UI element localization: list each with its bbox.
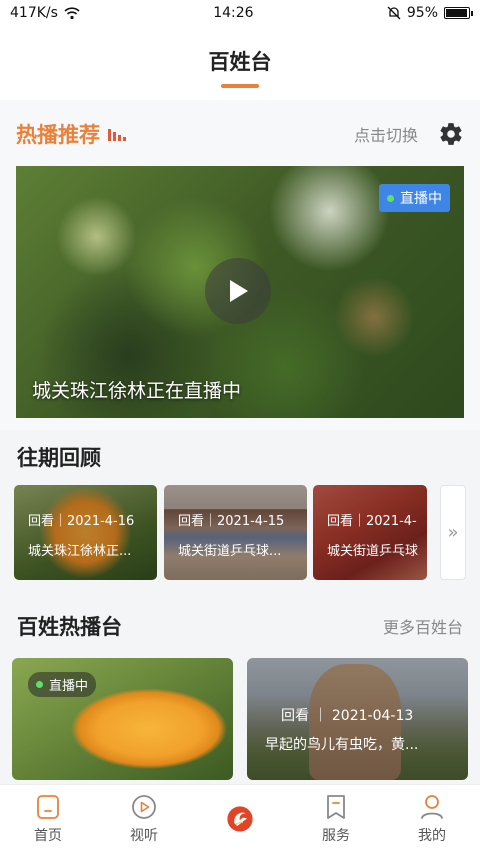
hot-recommend-header: 热播推荐 点击切换 <box>16 118 464 150</box>
nav-label: 首页 <box>34 828 62 844</box>
switch-button[interactable]: 点击切换 <box>354 122 418 146</box>
more-past-button[interactable]: » <box>440 485 466 580</box>
status-left: 417K/s <box>10 5 80 21</box>
play-button[interactable] <box>205 258 271 324</box>
nav-item-home[interactable]: 首页 <box>0 785 96 853</box>
live-dot-icon <box>36 681 43 688</box>
page-title: 百姓台 <box>208 50 272 74</box>
baixing-card-date: 回看 ｜ 2021-04-13 <box>281 708 414 724</box>
card-shade <box>164 485 307 580</box>
wifi-icon <box>64 7 80 20</box>
hot-title-wrap: 热播推荐 <box>16 119 126 149</box>
card-shade <box>14 485 157 580</box>
status-bar: 417K/s 14:26 95% <box>0 0 480 26</box>
past-card-name: 城关珠江徐林正... <box>28 544 132 559</box>
hot-header-actions: 点击切换 <box>354 121 464 147</box>
card-shade <box>313 485 427 580</box>
battery-icon <box>444 7 473 19</box>
past-review-card[interactable]: 回看｜2021-4-15 城关街道乒乓球... <box>164 485 307 580</box>
past-review-card[interactable]: 回看｜2021-4- 城关街道乒乓球 <box>313 485 427 580</box>
past-review-list: 回看｜2021-4-16 城关珠江徐林正... 回看｜2021-4-15 城关街… <box>14 485 466 581</box>
past-review-title: 往期回顾 <box>17 446 101 470</box>
live-badge-label: 直播中 <box>400 191 442 207</box>
mute-bell-icon <box>387 6 401 20</box>
hot-recommend-title: 热播推荐 <box>16 123 100 147</box>
baixing-card[interactable]: 直播中 <box>12 658 233 780</box>
hero-caption: 城关珠江徐林正在直播中 <box>32 380 242 402</box>
play-icon <box>230 280 248 302</box>
baixing-card[interactable]: 回看 ｜ 2021-04-13 早起的鸟儿有虫吃，黄... <box>247 658 468 780</box>
home-icon <box>37 795 59 819</box>
live-badge: 直播中 <box>28 672 97 697</box>
more-baixing-link[interactable]: 更多百姓台 <box>383 614 463 638</box>
live-badge: 直播中 <box>379 184 450 212</box>
double-chevron-right-icon: » <box>447 522 459 543</box>
past-card-name: 城关街道乒乓球 <box>327 544 419 559</box>
gear-icon[interactable] <box>438 121 464 147</box>
status-time: 14:26 <box>213 5 254 21</box>
past-card-date: 回看｜2021-4-16 <box>28 514 135 529</box>
live-dot-icon <box>387 194 394 202</box>
user-icon <box>421 795 443 819</box>
status-right: 95% <box>387 5 473 21</box>
past-card-date: 回看｜2021-4-15 <box>178 514 285 529</box>
live-badge-label: 直播中 <box>49 679 89 694</box>
bookmark-icon <box>327 795 345 819</box>
hot-recommend-section: 热播推荐 点击切换 直播中 城关珠江徐林正在直播中 <box>0 100 480 430</box>
phoenix-logo-icon <box>227 806 253 832</box>
nav-item-center-logo[interactable] <box>192 785 288 853</box>
nav-label: 服务 <box>322 828 350 844</box>
nav-item-service[interactable]: 服务 <box>288 785 384 853</box>
play-circle-icon <box>132 795 156 819</box>
nav-item-mine[interactable]: 我的 <box>384 785 480 853</box>
hero-live-video[interactable]: 直播中 城关珠江徐林正在直播中 <box>16 166 464 418</box>
past-review-card[interactable]: 回看｜2021-4-16 城关珠江徐林正... <box>14 485 157 580</box>
battery-fill <box>446 9 467 17</box>
past-card-name: 城关街道乒乓球... <box>178 544 282 559</box>
equalizer-icon <box>108 127 126 141</box>
bottom-nav: 首页 视听 服务 我的 <box>0 784 480 853</box>
battery-percent: 95% <box>406 5 438 21</box>
baixing-header: 百姓热播台 更多百姓台 <box>17 611 463 641</box>
network-speed: 417K/s <box>10 5 58 21</box>
nav-item-media[interactable]: 视听 <box>96 785 192 853</box>
title-underline <box>221 84 259 88</box>
past-card-date: 回看｜2021-4- <box>327 514 417 529</box>
nav-label: 我的 <box>418 828 446 844</box>
page-header: 百姓台 <box>0 26 480 100</box>
baixing-card-text: 早起的鸟儿有虫吃，黄... <box>265 737 419 753</box>
baixing-title: 百姓热播台 <box>17 615 122 639</box>
nav-label: 视听 <box>130 828 158 844</box>
